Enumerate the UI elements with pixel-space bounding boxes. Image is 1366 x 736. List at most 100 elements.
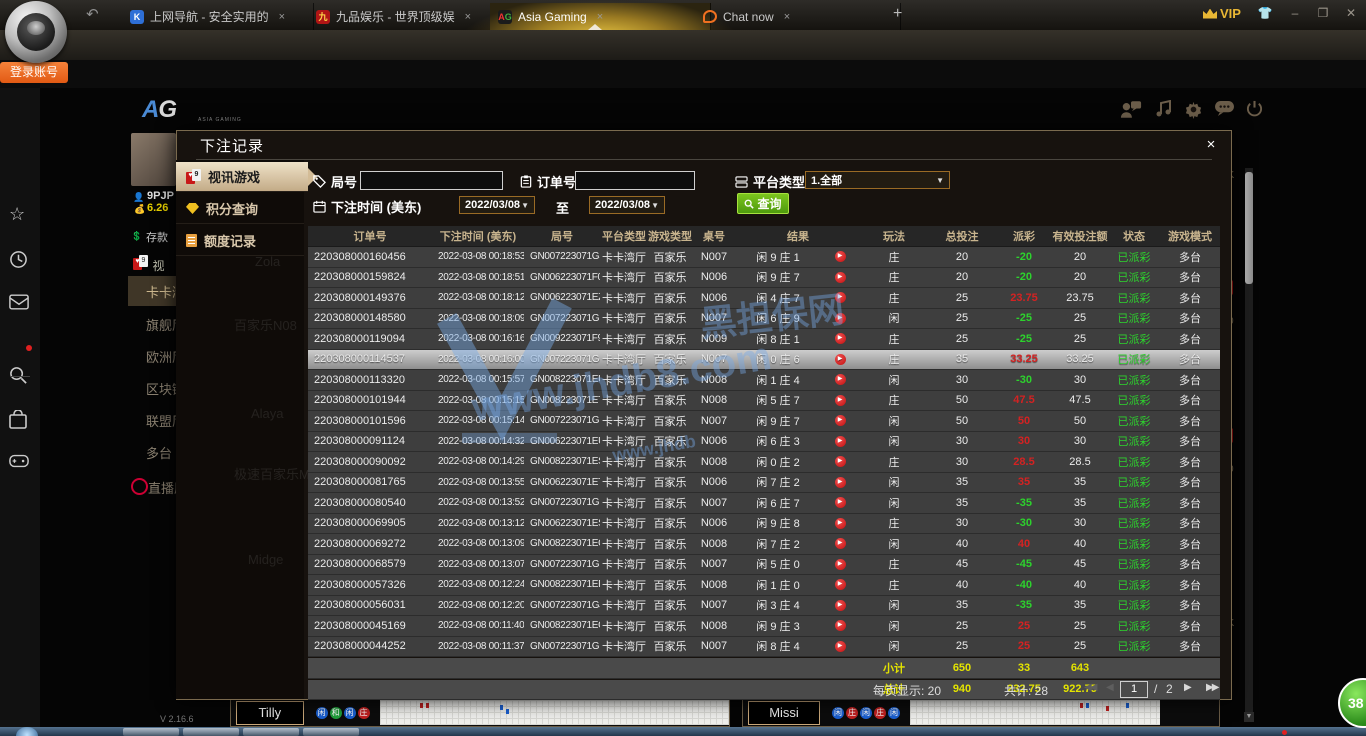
- login-account-button[interactable]: 登录账号: [0, 62, 68, 83]
- replay-play-icon[interactable]: ▶: [835, 415, 846, 426]
- table-row[interactable]: 2203080001019442022-03-08 00:15:15GN0082…: [308, 391, 1220, 412]
- replay-play-icon[interactable]: ▶: [835, 641, 846, 652]
- replay-play-icon[interactable]: ▶: [835, 272, 846, 283]
- table-row[interactable]: 2203080000911242022-03-08 00:14:32GN0062…: [308, 432, 1220, 453]
- replay-play-icon[interactable]: ▶: [835, 477, 846, 488]
- browser-logo-leopard-ball[interactable]: [5, 1, 67, 63]
- page-number-input[interactable]: 1: [1120, 681, 1148, 698]
- dialog-menu-points-query[interactable]: 积分查询: [176, 194, 304, 224]
- new-tab-button[interactable]: +: [893, 5, 902, 23]
- lobby-menu-item[interactable]: 多台: [146, 443, 176, 462]
- table-row[interactable]: 2203080001485802022-03-08 00:18:09GN0072…: [308, 309, 1220, 330]
- date-from-select[interactable]: 2022/03/08▼: [459, 196, 535, 214]
- table-row[interactable]: 2203080000805402022-03-08 00:13:52GN0072…: [308, 493, 1220, 514]
- history-clock-icon[interactable]: [9, 250, 28, 269]
- table-row[interactable]: 2203080001493762022-03-08 00:18:12GN0062…: [308, 288, 1220, 309]
- replay-play-icon[interactable]: ▶: [835, 354, 846, 365]
- lobby-menu-item[interactable]: 欧洲厅: [146, 347, 176, 366]
- table-row[interactable]: 2203080000442522022-03-08 00:11:37GN0072…: [308, 637, 1220, 658]
- lobby-menu-item[interactable]: 卡卡湾厅: [146, 282, 176, 301]
- browser-tab[interactable]: Chat now×: [695, 3, 901, 30]
- table-row[interactable]: 2203080000451692022-03-08 00:11:40GN0082…: [308, 616, 1220, 637]
- restore-button[interactable]: ❐: [1312, 6, 1334, 20]
- table-row[interactable]: 2203080000560312022-03-08 00:12:20GN0072…: [308, 596, 1220, 617]
- tab-close-icon[interactable]: ×: [279, 11, 285, 23]
- table-row[interactable]: 2203080001190942022-03-08 00:16:16GN0092…: [308, 329, 1220, 350]
- tab-close-icon[interactable]: ×: [784, 11, 790, 23]
- browser-tab[interactable]: K上网导航 - 安全实用的×: [122, 3, 314, 30]
- last-page-button[interactable]: ▶▶: [1206, 682, 1217, 693]
- taskbar-app-2[interactable]: [183, 728, 239, 736]
- page-scrollbar-down-arrow[interactable]: ▼: [1244, 712, 1254, 722]
- replay-play-icon[interactable]: ▶: [835, 313, 846, 324]
- replay-play-icon[interactable]: ▶: [835, 518, 846, 529]
- replay-play-icon[interactable]: ▶: [835, 600, 846, 611]
- table-row[interactable]: 2203080001145372022-03-08 00:16:00GN0072…: [308, 350, 1220, 371]
- baccarat-table-panel-left[interactable]: Tilly 闲和闲庄: [230, 698, 730, 727]
- video-game-tab-fragment[interactable]: ♥9 视: [133, 255, 164, 275]
- lobby-menu-item[interactable]: 区块链: [146, 379, 176, 398]
- settings-gear-icon[interactable]: [1184, 100, 1203, 124]
- customer-service-icon[interactable]: [1120, 100, 1142, 123]
- music-icon[interactable]: [1155, 100, 1173, 123]
- query-button[interactable]: 查询: [737, 193, 789, 214]
- replay-play-icon[interactable]: ▶: [835, 436, 846, 447]
- replay-play-icon[interactable]: ▶: [835, 620, 846, 631]
- page-scrollbar-thumb[interactable]: [1245, 172, 1253, 284]
- table-row[interactable]: 2203080001604562022-03-08 00:18:53GN0072…: [308, 247, 1220, 268]
- tab-close-icon[interactable]: ×: [465, 11, 471, 23]
- replay-play-icon[interactable]: ▶: [835, 579, 846, 590]
- replay-play-icon[interactable]: ▶: [835, 333, 846, 344]
- games-gamepad-icon[interactable]: [9, 454, 29, 468]
- baccarat-table-panel-right[interactable]: Missi 闲庄闲庄闲: [742, 698, 1220, 727]
- skin-button[interactable]: 👕: [1254, 6, 1276, 20]
- lobby-menu-item[interactable]: 联盟厅: [146, 411, 176, 430]
- table-row[interactable]: 2203080000685792022-03-08 00:13:07GN0072…: [308, 555, 1220, 576]
- lobby-menu-item[interactable]: 直播厅: [148, 478, 178, 497]
- next-page-button[interactable]: ▶: [1184, 682, 1190, 693]
- chat-bubble-icon[interactable]: [1214, 100, 1235, 122]
- table-row[interactable]: 2203080000817652022-03-08 00:13:55GN0062…: [308, 473, 1220, 494]
- browser-tab[interactable]: 九九品娱乐 - 世界顶级娱×: [308, 3, 506, 30]
- replay-play-icon[interactable]: ▶: [835, 497, 846, 508]
- replay-play-icon[interactable]: ▶: [835, 456, 846, 467]
- vip-button[interactable]: VIP: [1203, 6, 1241, 21]
- tab-close-icon[interactable]: ×: [597, 11, 603, 23]
- table-row[interactable]: 2203080001598242022-03-08 00:18:51GN0062…: [308, 268, 1220, 289]
- close-window-button[interactable]: ✕: [1340, 6, 1362, 20]
- taskbar-app-1[interactable]: [123, 728, 179, 736]
- date-to-select[interactable]: 2022/03/08▼: [589, 196, 665, 214]
- prev-page-button[interactable]: ◀: [1106, 682, 1112, 693]
- lobby-menu-item[interactable]: 旗舰厅: [146, 315, 176, 334]
- nav-back-arrow-icon[interactable]: ↷: [86, 5, 99, 23]
- taskbar-app-4[interactable]: [303, 728, 359, 736]
- table-row[interactable]: 2203080000573262022-03-08 00:12:24GN0082…: [308, 575, 1220, 596]
- replay-play-icon[interactable]: ▶: [835, 374, 846, 385]
- table-row[interactable]: 2203080000699052022-03-08 00:13:12GN0062…: [308, 514, 1220, 535]
- first-page-button[interactable]: ◀◀: [1084, 682, 1095, 693]
- favorites-star-icon[interactable]: ☆: [9, 204, 25, 225]
- replay-play-icon[interactable]: ▶: [835, 251, 846, 262]
- minimize-button[interactable]: –: [1284, 6, 1306, 20]
- taskbar-app-3[interactable]: [243, 728, 299, 736]
- dialog-menu-credit-records[interactable]: 额度记录: [176, 226, 304, 256]
- replay-play-icon[interactable]: ▶: [835, 538, 846, 549]
- shopping-bag-icon[interactable]: [9, 410, 27, 429]
- table-row[interactable]: 2203080001133202022-03-08 00:15:57GN0082…: [308, 370, 1220, 391]
- replay-play-icon[interactable]: ▶: [835, 395, 846, 406]
- dialog-menu-video-games[interactable]: ♥9视讯游戏: [176, 162, 308, 192]
- dialog-close-button[interactable]: ×: [1202, 136, 1220, 153]
- replay-play-icon[interactable]: ▶: [835, 559, 846, 570]
- table-row[interactable]: 2203080000692722022-03-08 00:13:09GN0082…: [308, 534, 1220, 555]
- power-logout-icon[interactable]: [1246, 100, 1263, 122]
- mail-icon[interactable]: [9, 294, 29, 310]
- replay-play-icon[interactable]: ▶: [835, 292, 846, 303]
- table-row[interactable]: 2203080000900922022-03-08 00:14:29GN0082…: [308, 452, 1220, 473]
- cell-total-bet: 30: [928, 517, 996, 529]
- platform-type-select[interactable]: 1.全部▼: [805, 171, 950, 189]
- table-row[interactable]: 2203080001015962022-03-08 00:15:14GN0072…: [308, 411, 1220, 432]
- order-no-input[interactable]: [575, 171, 695, 190]
- per-page-label[interactable]: 每页显示: 20: [873, 682, 941, 699]
- round-no-input[interactable]: [360, 171, 503, 190]
- deposit-label[interactable]: 存款: [146, 229, 168, 245]
